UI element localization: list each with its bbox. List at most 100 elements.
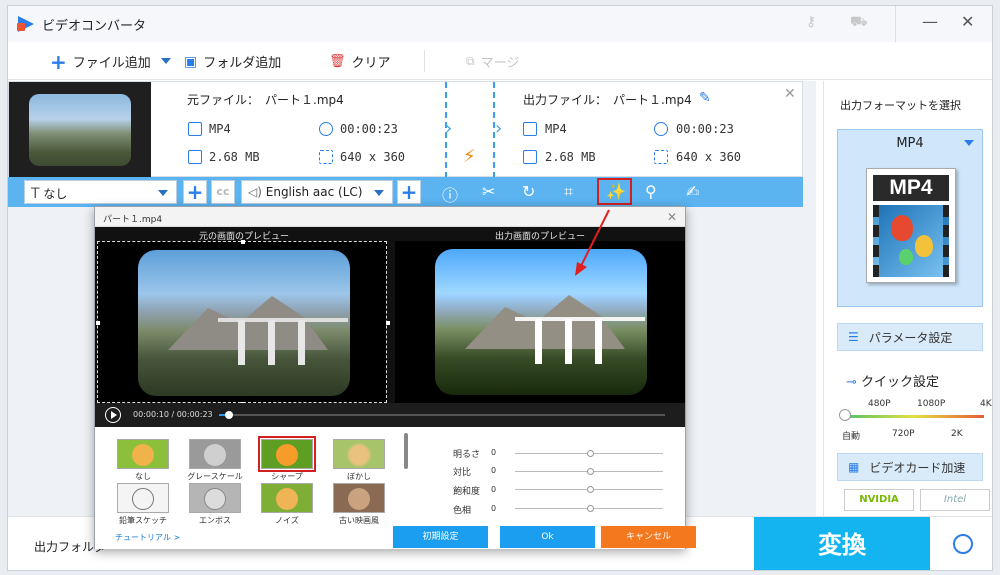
pillar-shape [595, 319, 602, 364]
effect-old-film[interactable]: 古い映画風 [333, 483, 385, 525]
current-time: 00:00:10 [133, 410, 169, 419]
cart-icon[interactable]: ⛟ [850, 14, 868, 32]
add-audio-button[interactable]: + [397, 180, 421, 204]
convert-button[interactable]: 変換 [754, 517, 930, 570]
nvidia-label: NVIDIA [859, 494, 899, 505]
output-resolution: 640 x 360 [676, 150, 742, 164]
slider-knob[interactable] [587, 450, 594, 457]
effect-label: エンボス [199, 516, 231, 525]
output-file-label: 出力ファイル： [523, 93, 608, 107]
add-file-label: ファイル追加 [72, 56, 151, 71]
folder-icon: ▣ [184, 53, 198, 70]
effect-none[interactable]: なし [117, 439, 169, 481]
saturation-slider[interactable] [515, 486, 663, 493]
add-subtitle-button[interactable]: + [183, 180, 207, 204]
saturation-label: 飽和度 [453, 487, 481, 497]
effect-emboss[interactable]: エンボス [189, 483, 241, 525]
effects-scrollbar[interactable] [404, 433, 408, 469]
reset-button[interactable]: 初期設定 [393, 526, 488, 548]
chevron-down-icon [374, 190, 384, 196]
add-file-dropdown-icon[interactable] [161, 58, 171, 64]
effect-label: 鉛筆スケッチ [119, 516, 167, 525]
effect-thumbnail [117, 439, 169, 469]
ok-button[interactable]: Ok [500, 526, 595, 548]
nvidia-badge[interactable]: NVIDIA [844, 489, 914, 511]
effect-label: シャープ [271, 472, 303, 481]
mp4-icon-label: MP4 [873, 175, 949, 201]
add-file-button[interactable]: + ファイル追加 [50, 49, 151, 74]
quality-tick: 2K [951, 429, 963, 439]
balloon-icon [899, 249, 913, 265]
sliders-icon: ☰ [848, 330, 859, 344]
edit-sign-icon[interactable]: ✍ [686, 182, 699, 201]
output-size: 2.68 MB [545, 150, 596, 164]
key-icon[interactable]: ⚷ [806, 14, 816, 30]
total-time: 00:00:23 [176, 410, 213, 419]
watermark-icon[interactable]: ⚲ [645, 182, 657, 201]
film-strip-icon [873, 205, 949, 277]
effect-sharpen[interactable]: シャープ [258, 436, 316, 481]
crop-handle[interactable] [96, 321, 100, 325]
effect-pencil-sketch[interactable]: 鉛筆スケッチ [117, 483, 169, 525]
cut-icon[interactable]: ✂ [482, 182, 495, 201]
hue-label: 色相 [453, 506, 472, 516]
effect-thumbnail [333, 483, 385, 513]
parameter-settings-button[interactable]: ☰ パラメータ設定 [837, 323, 983, 351]
crop-handle[interactable] [386, 321, 390, 325]
effect-grayscale[interactable]: グレースケール [187, 439, 243, 481]
format-selector[interactable]: MP4 MP4 [837, 129, 983, 307]
subtitle-select[interactable]: T なし [24, 180, 177, 204]
merge-button[interactable]: ⧉ マージ [466, 52, 519, 71]
rotate-icon[interactable]: ↻ [522, 182, 535, 201]
quality-tick: 1080P [917, 399, 946, 409]
cc-icon[interactable]: cc [211, 180, 235, 204]
tutorial-link[interactable]: チュートリアル > [115, 532, 180, 543]
original-preview[interactable] [96, 240, 390, 406]
effect-blur[interactable]: ぼかし [333, 439, 385, 481]
titlebar-separator [895, 6, 896, 42]
flower-shape [348, 488, 370, 510]
gpu-acceleration-button[interactable]: ▦ ビデオカード加速 [837, 453, 983, 481]
minimize-button[interactable]: — [922, 12, 938, 31]
add-folder-button[interactable]: ▣ フォルダ追加 [184, 52, 282, 72]
close-button[interactable]: ✕ [961, 12, 974, 31]
edit-pencil-icon[interactable]: ✎ [699, 90, 711, 106]
effect-label: ノイズ [275, 516, 299, 525]
hue-slider[interactable] [515, 505, 663, 512]
playback-track[interactable] [219, 411, 665, 419]
play-button[interactable] [105, 407, 121, 423]
cancel-button[interactable]: キャンセル [601, 526, 696, 548]
plus-icon: + [50, 49, 67, 74]
slider-knob[interactable] [587, 505, 594, 512]
quality-slider-track[interactable] [844, 415, 984, 418]
lightning-icon: ⚡ [463, 146, 476, 167]
quality-tick: 480P [868, 399, 891, 409]
add-folder-label: フォルダ追加 [203, 56, 282, 71]
brightness-value: 0 [491, 448, 497, 457]
file-card[interactable]: 元ファイル： パート１.mp4 MP4 00:00:23 2.68 MB 640… [8, 81, 803, 178]
crop-handle[interactable] [241, 240, 245, 244]
balloon-icon [891, 215, 913, 241]
quality-slider-knob[interactable] [839, 409, 851, 421]
dialog-close-icon[interactable]: ✕ [667, 210, 677, 224]
alarm-clock-icon[interactable] [953, 534, 973, 554]
source-resolution: 640 x 360 [340, 150, 406, 164]
intel-badge[interactable]: Intel [920, 489, 990, 511]
slider-knob[interactable] [587, 486, 594, 493]
clear-button[interactable]: 🗑 クリア [329, 52, 391, 71]
remove-file-icon[interactable]: ✕ [784, 86, 796, 102]
audio-track-select[interactable]: ◁) English aac (LC) [241, 180, 393, 204]
info-icon[interactable]: ⓘ [442, 182, 458, 206]
output-preview-image [435, 249, 647, 395]
effects-area: なし グレースケール シャープ ぼかし 鉛筆スケッチ エンボス ノイズ 古い映画… [95, 427, 685, 528]
contrast-slider[interactable] [515, 468, 663, 475]
effect-label: グレースケール [187, 472, 243, 481]
video-thumbnail[interactable] [9, 82, 151, 178]
effect-noise[interactable]: ノイズ [261, 483, 313, 525]
brightness-slider[interactable] [515, 450, 663, 457]
slider-knob[interactable] [587, 468, 594, 475]
crop-icon[interactable]: ⌗ [564, 182, 573, 202]
playback-knob[interactable] [224, 411, 233, 419]
resolution-icon [654, 150, 668, 164]
flower-shape [132, 444, 154, 466]
